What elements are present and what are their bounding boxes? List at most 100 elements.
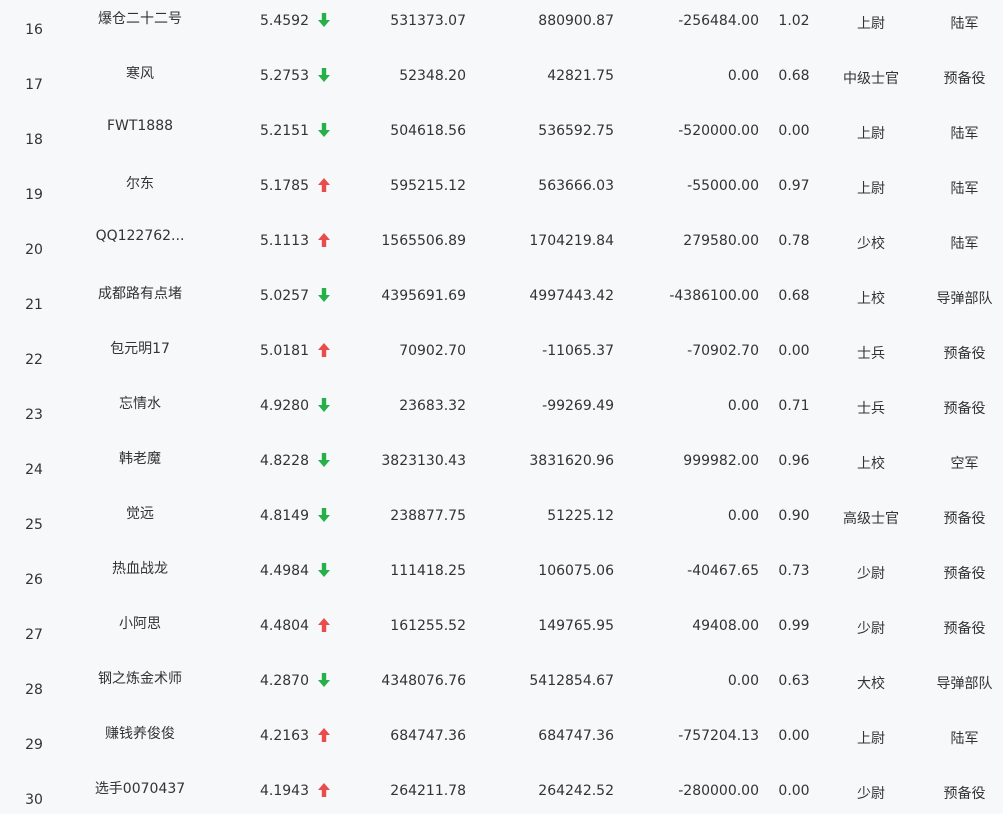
player-name-link[interactable]: 小阿思 (80, 613, 200, 633)
score-cell: 4.2163 (260, 728, 309, 744)
value-2-cell: 106075.06 (538, 563, 614, 579)
ratio-cell: 0.68 (778, 68, 810, 84)
arrow-up-icon (318, 178, 332, 194)
arrow-down-icon (318, 288, 332, 304)
military-rank-cell: 高级士官 (843, 511, 899, 527)
branch-cell: 陆军 (950, 16, 979, 32)
branch-cell: 陆军 (950, 236, 979, 252)
score-cell: 5.0181 (260, 343, 309, 359)
rank-cell: 25 (25, 517, 43, 533)
value-2-cell: 149765.95 (538, 618, 614, 634)
player-name-link[interactable]: 忘情水 (80, 393, 200, 413)
table-row[interactable]: 28 钢之炼金术师 4.2870 4348076.76 5412854.67 0.00 0.… (0, 659, 1003, 714)
branch-cell: 预备役 (943, 621, 986, 637)
score-cell: 5.1113 (260, 233, 309, 249)
player-name-link[interactable]: 尔东 (80, 173, 200, 193)
ratio-cell: 0.78 (778, 233, 810, 249)
table-row[interactable]: 23 忘情水 4.9280 23683.32 -99269.49 0.00 0.71 士兵 预备… (0, 384, 1003, 439)
value-3-cell: -4386100.00 (669, 288, 759, 304)
player-name-link[interactable]: 热血战龙 (80, 558, 200, 578)
branch-cell: 陆军 (950, 126, 979, 142)
value-3-cell: 0.00 (727, 673, 759, 689)
value-1-cell: 52348.20 (399, 68, 466, 84)
military-rank-cell: 少尉 (857, 621, 885, 637)
ratio-cell: 0.00 (778, 783, 810, 799)
value-3-cell: 999982.00 (683, 453, 759, 469)
table-row[interactable]: 17 寒风 5.2753 52348.20 42821.75 0.00 0.68 中级士官 预备… (0, 54, 1003, 109)
branch-cell: 预备役 (943, 566, 986, 582)
rank-cell: 30 (25, 792, 43, 808)
table-row[interactable]: 18 FWT1888 5.2151 504618.56 536592.75 -520000… (0, 109, 1003, 164)
military-rank-cell: 上校 (857, 291, 885, 307)
player-name-link[interactable]: 钢之炼金术师 (80, 668, 200, 688)
branch-cell: 预备役 (943, 71, 986, 87)
table-row[interactable]: 27 小阿思 4.4804 161255.52 149765.95 49408.00 0.9… (0, 604, 1003, 659)
table-row[interactable]: 21 成都路有点堵 5.0257 4395691.69 4997443.42 -43861… (0, 274, 1003, 329)
table-row[interactable]: 19 尔东 5.1785 595215.12 563666.03 -55000.00 0.9… (0, 164, 1003, 219)
value-1-cell: 3823130.43 (381, 453, 466, 469)
player-name-link[interactable]: 寒风 (80, 63, 200, 83)
ratio-cell: 1.02 (778, 13, 810, 29)
rank-cell: 28 (25, 682, 43, 698)
military-rank-cell: 上尉 (857, 126, 885, 142)
value-2-cell: 1704219.84 (529, 233, 614, 249)
score-cell: 5.4592 (260, 13, 309, 29)
military-rank-cell: 中级士官 (843, 71, 899, 87)
arrow-down-icon (318, 673, 332, 689)
table-row[interactable]: 30 选手0070437 4.1943 264211.78 264242.52 -2800… (0, 769, 1003, 814)
arrow-down-icon (318, 68, 332, 84)
value-3-cell: 0.00 (727, 68, 759, 84)
score-cell: 4.4984 (260, 563, 309, 579)
arrow-down-icon (318, 123, 332, 139)
table-row[interactable]: 16 爆仓二十二号 5.4592 531373.07 880900.87 -256484.… (0, 0, 1003, 54)
score-cell: 4.9280 (260, 398, 309, 414)
ratio-cell: 0.63 (778, 673, 810, 689)
player-name-link[interactable]: 成都路有点堵 (80, 283, 200, 303)
table-row[interactable]: 25 觉远 4.8149 238877.75 51225.12 0.00 0.90 高级士官 预… (0, 494, 1003, 549)
branch-cell: 导弹部队 (936, 291, 993, 307)
value-3-cell: 49408.00 (692, 618, 759, 634)
player-name-link[interactable]: 赚钱养俊俊 (80, 723, 200, 743)
player-name-link[interactable]: 选手0070437 (80, 778, 200, 798)
player-name-link[interactable]: 爆仓二十二号 (80, 8, 200, 28)
rank-cell: 20 (25, 242, 43, 258)
value-3-cell: -70902.70 (687, 343, 759, 359)
score-cell: 5.1785 (260, 178, 309, 194)
ratio-cell: 0.71 (778, 398, 810, 414)
rank-cell: 24 (25, 462, 43, 478)
value-2-cell: 880900.87 (538, 13, 614, 29)
value-2-cell: 42821.75 (547, 68, 614, 84)
player-name-link[interactable]: 韩老魔 (80, 448, 200, 468)
branch-cell: 预备役 (943, 786, 986, 802)
rank-cell: 16 (25, 22, 43, 38)
table-row[interactable]: 22 包元明17 5.0181 70902.70 -11065.37 -70902.70 0… (0, 329, 1003, 384)
table-row[interactable]: 26 热血战龙 4.4984 111418.25 106075.06 -40467.65 0… (0, 549, 1003, 604)
value-1-cell: 238877.75 (390, 508, 466, 524)
value-1-cell: 23683.32 (399, 398, 466, 414)
player-name-link[interactable]: 包元明17 (80, 338, 200, 358)
ratio-cell: 0.00 (778, 343, 810, 359)
rank-cell: 22 (25, 352, 43, 368)
table-row[interactable]: 24 韩老魔 4.8228 3823130.43 3831620.96 999982.00… (0, 439, 1003, 494)
value-1-cell: 531373.07 (390, 13, 466, 29)
player-name-link[interactable]: FWT1888 (80, 118, 200, 134)
rank-cell: 21 (25, 297, 43, 313)
value-2-cell: 51225.12 (547, 508, 614, 524)
military-rank-cell: 上尉 (857, 731, 885, 747)
arrow-down-icon (318, 398, 332, 414)
branch-cell: 陆军 (950, 731, 979, 747)
table-row[interactable]: 29 赚钱养俊俊 4.2163 684747.36 684747.36 -757204.1… (0, 714, 1003, 769)
ratio-cell: 0.00 (778, 123, 810, 139)
table-row[interactable]: 20 QQ122762... 5.1113 1565506.89 1704219.84 2… (0, 219, 1003, 274)
player-name-link[interactable]: QQ122762... (80, 228, 200, 244)
value-3-cell: -256484.00 (678, 13, 759, 29)
arrow-down-icon (318, 563, 332, 579)
score-cell: 4.4804 (260, 618, 309, 634)
rank-cell: 17 (25, 77, 43, 93)
value-2-cell: 684747.36 (538, 728, 614, 744)
value-2-cell: 563666.03 (538, 178, 614, 194)
ratio-cell: 0.68 (778, 288, 810, 304)
arrow-up-icon (318, 618, 332, 634)
player-name-link[interactable]: 觉远 (80, 503, 200, 523)
value-2-cell: 264242.52 (538, 783, 614, 799)
